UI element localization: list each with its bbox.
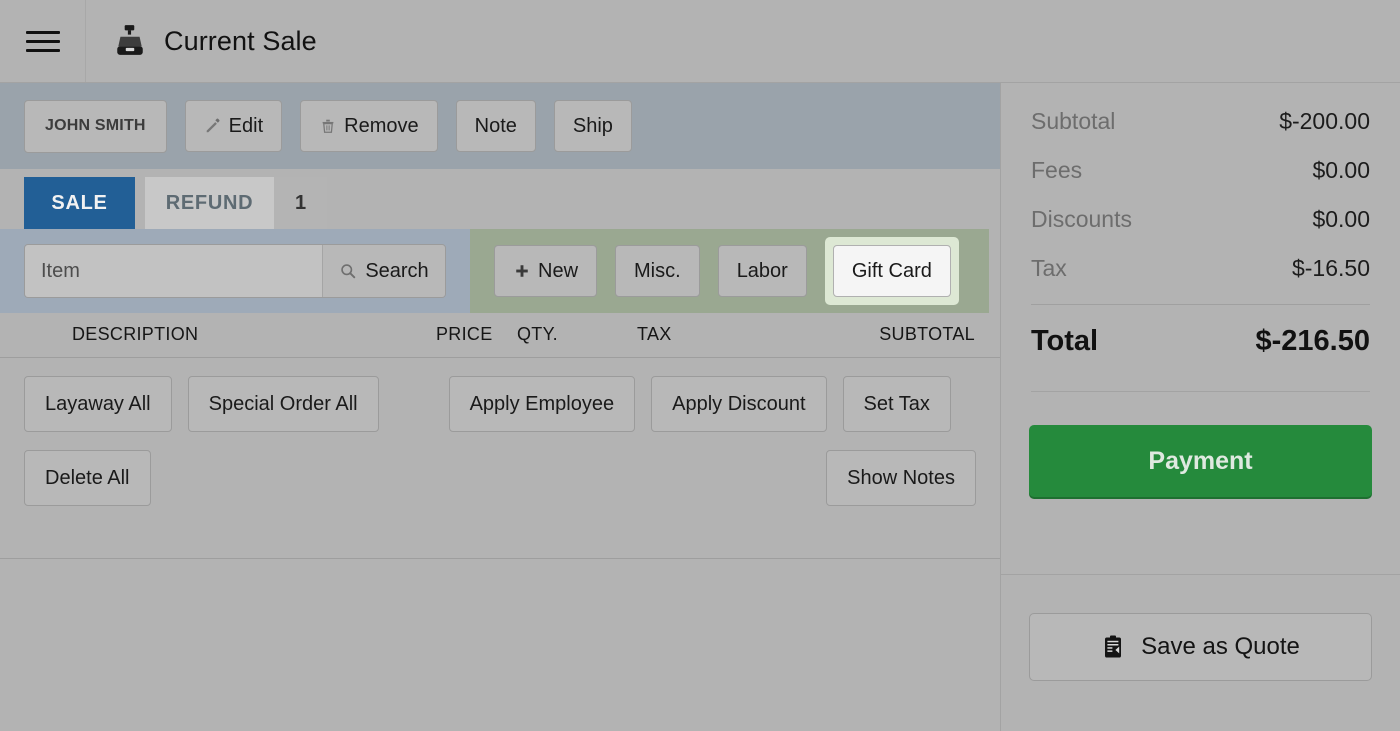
quick-add-panel: New Misc. Labor Gift Card bbox=[470, 229, 989, 313]
total-line-tax: Tax $-16.50 bbox=[1031, 255, 1370, 282]
layaway-all-button[interactable]: Layaway All bbox=[24, 376, 172, 432]
page-title: Current Sale bbox=[164, 25, 317, 56]
clipboard-save-icon bbox=[1105, 635, 1122, 658]
tab-sale[interactable]: SALE bbox=[24, 177, 135, 229]
total-line-grand: Total $-216.50 bbox=[1031, 325, 1370, 358]
hamburger-menu-button[interactable] bbox=[0, 0, 86, 82]
edit-button-label: Edit bbox=[228, 114, 264, 137]
apply-discount-button[interactable]: Apply Discount bbox=[651, 376, 827, 432]
app-header: Current Sale bbox=[0, 0, 1400, 83]
pencil-icon bbox=[206, 118, 220, 133]
item-search-area: Search bbox=[0, 229, 470, 313]
apply-employee-button[interactable]: Apply Employee bbox=[448, 376, 636, 432]
gift-card-button[interactable]: Gift Card bbox=[832, 245, 951, 297]
totals-list: Subtotal $-200.00 Fees $0.00 Discounts $… bbox=[1001, 83, 1400, 392]
fees-label: Fees bbox=[1031, 157, 1083, 183]
show-notes-button[interactable]: Show Notes bbox=[826, 450, 976, 506]
edit-button[interactable]: Edit bbox=[184, 100, 283, 152]
payment-button[interactable]: Payment bbox=[1029, 425, 1372, 497]
column-header-subtotal: SUBTOTAL bbox=[879, 324, 975, 344]
line-items-column-headers: DESCRIPTION PRICE QTY. TAX SUBTOTAL bbox=[0, 313, 1000, 358]
column-header-description: DESCRIPTION bbox=[72, 324, 199, 344]
column-header-tax: TAX bbox=[637, 324, 672, 344]
subtotal-label: Subtotal bbox=[1031, 108, 1116, 134]
grand-total-value: $-216.50 bbox=[1255, 325, 1371, 357]
grand-total-label: Total bbox=[1031, 325, 1099, 357]
tab-refund-group: REFUND 1 bbox=[145, 177, 327, 229]
magnifier-icon bbox=[341, 264, 356, 279]
gift-card-highlight: Gift Card bbox=[824, 237, 959, 305]
total-line-fees: Fees $0.00 bbox=[1031, 157, 1370, 184]
search-button-label: Search bbox=[365, 259, 429, 282]
labor-button[interactable]: Labor bbox=[717, 245, 807, 297]
pos-current-sale-screen: Current Sale JOHN SMITH Edit Remove Note… bbox=[0, 0, 1400, 731]
save-as-quote-button[interactable]: Save as Quote bbox=[1029, 613, 1372, 681]
remove-button[interactable]: Remove bbox=[300, 100, 438, 152]
total-line-discounts: Discounts $0.00 bbox=[1031, 206, 1370, 233]
set-tax-button[interactable]: Set Tax bbox=[842, 376, 951, 432]
totals-divider bbox=[1031, 304, 1370, 305]
total-line-subtotal: Subtotal $-200.00 bbox=[1031, 108, 1370, 135]
trash-icon bbox=[322, 119, 334, 133]
item-search-box: Search bbox=[24, 244, 446, 298]
new-item-button[interactable]: New bbox=[494, 245, 598, 297]
tab-refund-count-badge: 1 bbox=[274, 177, 327, 229]
search-input[interactable] bbox=[25, 245, 322, 297]
tax-value: $-16.50 bbox=[1291, 255, 1370, 281]
line-items-divider bbox=[0, 558, 1000, 559]
sale-type-tabs: SALE REFUND 1 bbox=[0, 169, 1000, 229]
special-order-all-button[interactable]: Special Order All bbox=[187, 376, 379, 432]
payment-area: Payment bbox=[1001, 392, 1400, 497]
remove-button-label: Remove bbox=[344, 114, 419, 137]
customer-button[interactable]: JOHN SMITH bbox=[24, 99, 167, 153]
hamburger-menu-icon bbox=[25, 25, 60, 58]
bulk-actions-row-2: Delete All Show Notes bbox=[24, 450, 976, 506]
discounts-value: $0.00 bbox=[1312, 206, 1370, 232]
new-item-button-label: New bbox=[538, 259, 579, 282]
save-as-quote-label: Save as Quote bbox=[1141, 633, 1300, 660]
item-search-row: Search New Misc. Labor Gift Card bbox=[0, 229, 1000, 313]
tax-label: Tax bbox=[1031, 255, 1067, 281]
plus-icon bbox=[516, 265, 528, 277]
discounts-label: Discounts bbox=[1031, 206, 1132, 232]
search-button[interactable]: Search bbox=[322, 245, 445, 297]
ship-button[interactable]: Ship bbox=[553, 100, 632, 152]
bulk-actions: Layaway All Special Order All Apply Empl… bbox=[0, 358, 1000, 506]
sale-summary-panel: Subtotal $-200.00 Fees $0.00 Discounts $… bbox=[1000, 83, 1400, 731]
cash-register-icon bbox=[117, 25, 143, 55]
quote-area: Save as Quote bbox=[1001, 575, 1400, 681]
sale-toolbar: JOHN SMITH Edit Remove Note Ship bbox=[0, 83, 1000, 169]
bulk-actions-row-1: Layaway All Special Order All Apply Empl… bbox=[24, 376, 976, 432]
header-title-group: Current Sale bbox=[86, 24, 317, 58]
search-row-filler bbox=[989, 229, 1000, 313]
payment-spacer bbox=[1001, 497, 1400, 541]
sale-main-column: JOHN SMITH Edit Remove Note Ship SALE RE… bbox=[0, 83, 1000, 731]
column-header-qty: QTY. bbox=[517, 324, 558, 344]
fees-value: $0.00 bbox=[1312, 157, 1370, 183]
misc-button[interactable]: Misc. bbox=[615, 245, 700, 297]
tab-refund[interactable]: REFUND bbox=[145, 177, 274, 229]
delete-all-button[interactable]: Delete All bbox=[24, 450, 151, 506]
subtotal-value: $-200.00 bbox=[1279, 108, 1370, 134]
column-header-price: PRICE bbox=[436, 324, 493, 344]
note-button[interactable]: Note bbox=[455, 100, 536, 152]
